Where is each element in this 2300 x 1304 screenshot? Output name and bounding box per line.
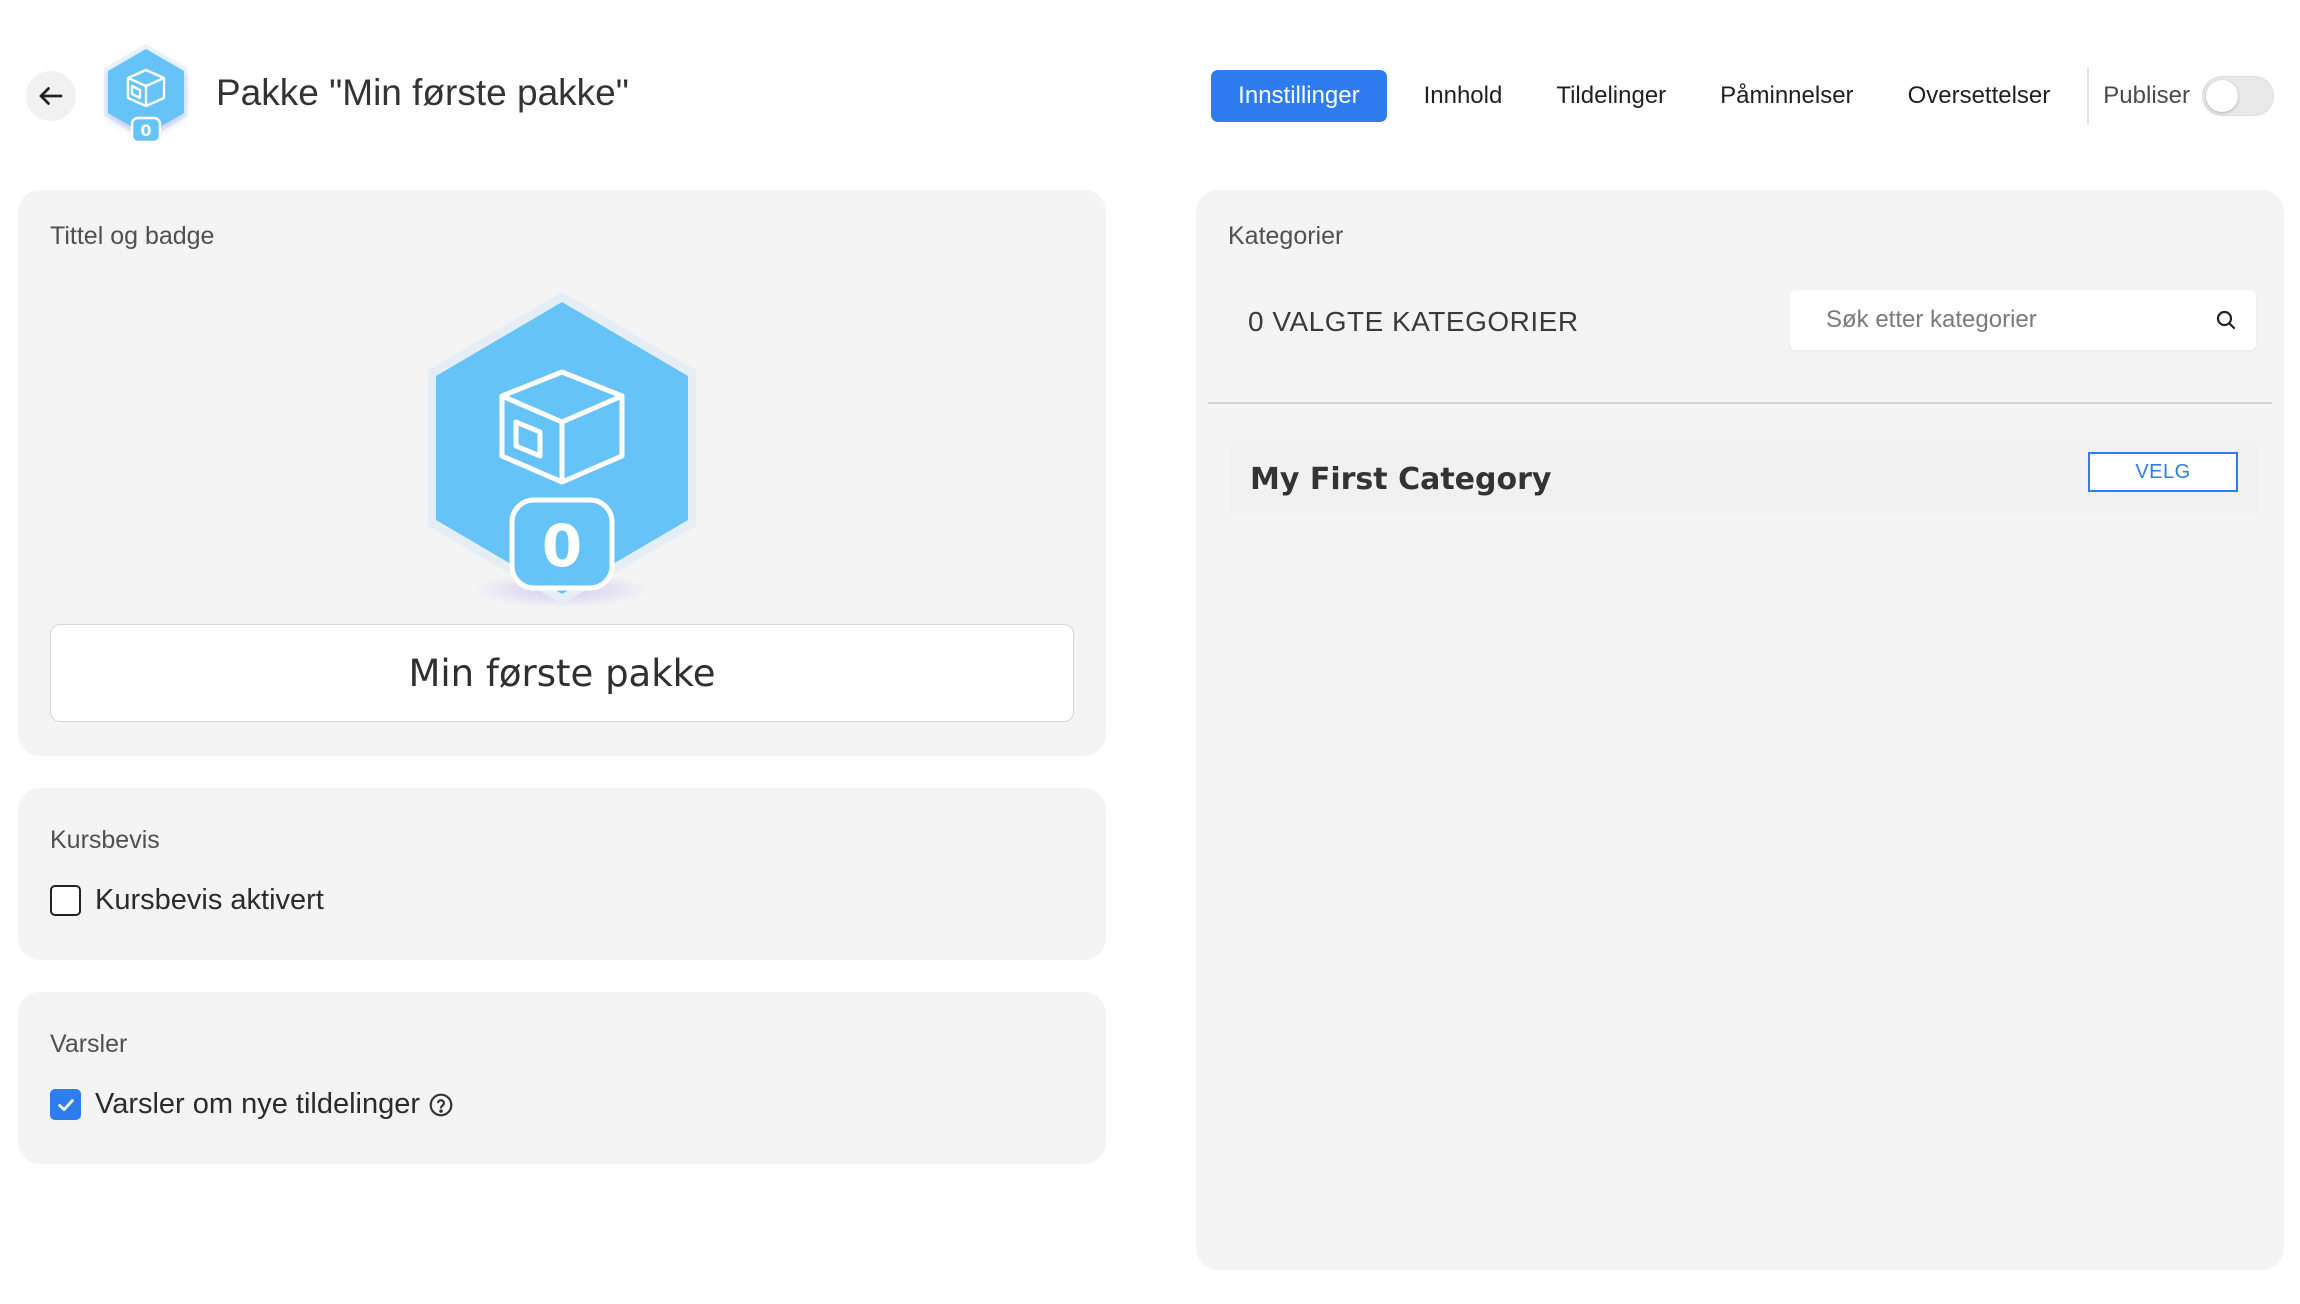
publish-toggle[interactable] — [2202, 76, 2274, 116]
tab-content[interactable]: Innhold — [1397, 70, 1530, 122]
title-badge-card: Tittel og badge 0 Min første pakke — [18, 190, 1106, 756]
package-badge-large-icon[interactable]: 0 — [426, 290, 698, 610]
alerts-card: Varsler Varsler om nye tildelinger — [18, 992, 1106, 1164]
toggle-knob — [2206, 80, 2238, 112]
category-search-input[interactable] — [1790, 306, 2196, 334]
package-name-field[interactable]: Min første pakke — [50, 624, 1074, 722]
arrow-left-icon — [39, 87, 63, 105]
category-search-box — [1790, 290, 2256, 350]
header-badge-count: 0 — [140, 121, 151, 140]
divider — [1208, 402, 2272, 404]
selected-categories-count: 0 VALGTE KATEGORIER — [1248, 306, 1579, 337]
list-item: My First Category VELG — [1230, 440, 2258, 514]
package-settings-page: 0 Pakke "Min første pakke" Innstillinger… — [0, 0, 2300, 1304]
package-badge-icon: 0 — [104, 44, 188, 144]
tab-assignments[interactable]: Tildelinger — [1529, 70, 1693, 122]
category-name: My First Category — [1250, 462, 1552, 497]
publish-label: Publiser — [2103, 82, 2190, 109]
section-title-badge: Tittel og badge — [50, 222, 215, 250]
section-title-alerts: Varsler — [50, 1030, 128, 1058]
tab-reminders[interactable]: Påminnelser — [1693, 70, 1880, 122]
page-title: Pakke "Min første pakke" — [216, 72, 629, 113]
alerts-checkbox[interactable] — [50, 1089, 81, 1120]
alerts-checkbox-row[interactable]: Varsler om nye tildelinger — [50, 1088, 454, 1121]
checkmark-icon — [57, 1098, 74, 1111]
alerts-checkbox-label: Varsler om nye tildelinger — [95, 1088, 421, 1120]
tab-bar: Innstillinger Innhold Tildelinger Påminn… — [1211, 66, 2274, 126]
select-category-button[interactable]: VELG — [2088, 452, 2238, 492]
tab-settings[interactable]: Innstillinger — [1211, 70, 1387, 122]
back-button[interactable] — [26, 71, 76, 121]
tab-translations[interactable]: Oversettelser — [1881, 70, 2078, 122]
certificate-checkbox[interactable] — [50, 885, 81, 916]
search-icon[interactable] — [2196, 308, 2256, 332]
tab-divider — [2087, 68, 2090, 124]
certificate-card: Kursbevis Kursbevis aktivert — [18, 788, 1106, 960]
categories-card: Kategorier 0 VALGTE KATEGORIER My First … — [1196, 190, 2284, 1270]
certificate-checkbox-label: Kursbevis aktivert — [95, 884, 324, 916]
section-title-categories: Kategorier — [1228, 222, 1344, 250]
help-icon[interactable] — [428, 1092, 454, 1118]
badge-count: 0 — [542, 512, 582, 580]
certificate-checkbox-row[interactable]: Kursbevis aktivert — [50, 884, 324, 917]
section-title-certificate: Kursbevis — [50, 826, 160, 854]
